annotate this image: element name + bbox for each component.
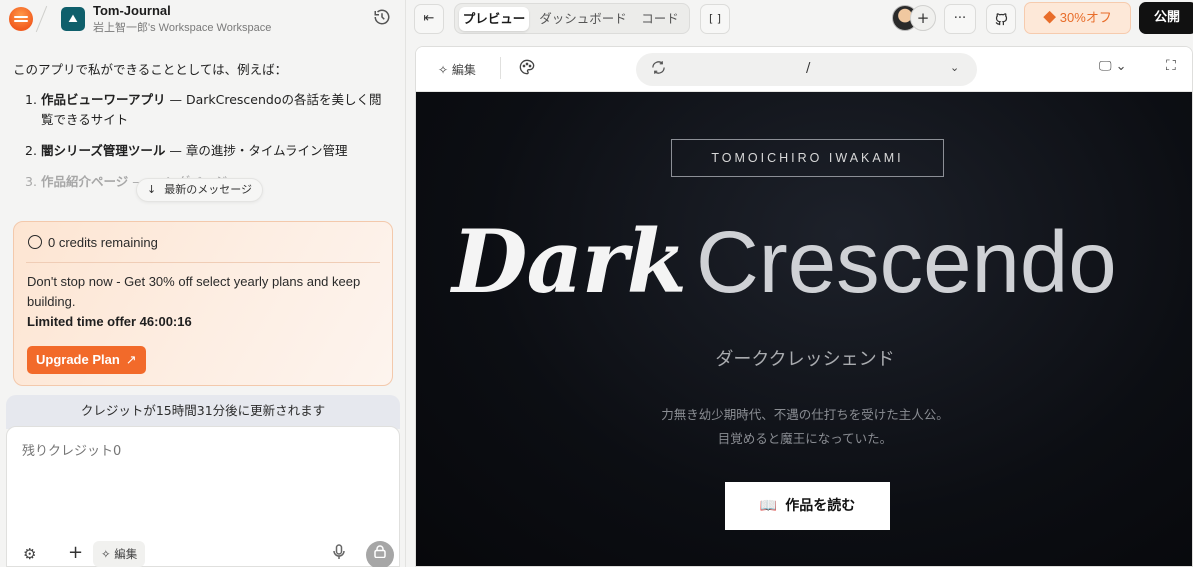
divider: [35, 5, 48, 33]
github-icon[interactable]: [986, 4, 1016, 34]
add-icon[interactable]: +: [68, 542, 83, 563]
author-badge: TOMOICHIRO IWAKAMI: [671, 139, 944, 177]
list-number: 1.: [25, 92, 37, 107]
read-work-button[interactable]: 📖 作品を読む: [725, 482, 890, 530]
lock-send-button[interactable]: [366, 541, 394, 567]
upgrade-plan-button[interactable]: Upgrade Plan ↗: [27, 346, 146, 374]
collapse-sidebar-icon[interactable]: ⇤: [414, 4, 444, 34]
credit-refresh-notice: クレジットが15時間31分後に更新されます: [6, 395, 400, 429]
list-desc: — 章の進捗・タイムライン管理: [165, 143, 348, 158]
main-topbar: ⇤ プレビュー ダッシュボード コード [ ] + ··· ◆ 30%オフ 公開: [406, 0, 1193, 38]
site-hero: TOMOICHIRO IWAKAMI Dark Crescendo ダーククレッシ…: [416, 92, 1192, 566]
credits-card: 0 credits remaining Don't stop now - Get…: [13, 221, 393, 386]
settings-icon[interactable]: ⚙: [23, 545, 36, 563]
project-title[interactable]: Tom-Journal: [93, 3, 171, 18]
divider: [26, 262, 380, 263]
composer: ⚙ + ✧ 編集: [6, 426, 400, 567]
device-toggle-icon[interactable]: 🖵 ⌄: [1099, 59, 1127, 74]
divider: [500, 57, 501, 79]
arrow-down-icon: ↓: [147, 183, 157, 196]
publish-button[interactable]: 公開: [1139, 2, 1193, 34]
preview-edit-button[interactable]: ✧ 編集: [438, 61, 476, 78]
left-panel: ⛰ Tom-Journal 岩上智一郎's Workspace Workspac…: [0, 0, 406, 567]
fullscreen-icon[interactable]: ⛶: [1166, 58, 1176, 74]
chat-input[interactable]: [22, 444, 322, 459]
invite-icon[interactable]: +: [910, 5, 936, 31]
credits-icon: [28, 235, 42, 249]
hero-title-dark: Dark: [452, 210, 687, 313]
list-title: 作品紹介ページ: [41, 174, 129, 189]
hero-title: Dark Crescendo: [452, 212, 1172, 313]
tab-dashboard[interactable]: ダッシュボード: [535, 7, 631, 31]
tab-code[interactable]: コード: [635, 7, 685, 31]
hero-desc-line: 目覚めると魔王になっていた。: [717, 431, 893, 446]
credits-remaining: 0 credits remaining: [48, 235, 158, 250]
chat-list: 1. 作品ビューワーアプリ — DarkCrescendoの各話を美しく閲覧でき…: [13, 90, 393, 192]
credits-header: 0 credits remaining: [28, 235, 158, 250]
latest-message-label: 最新のメッセージ: [164, 183, 252, 196]
chevron-down-icon[interactable]: ⌄: [950, 61, 959, 74]
edit-mode-button[interactable]: ✧ 編集: [93, 541, 146, 567]
left-topbar: ⛰ Tom-Journal 岩上智一郎's Workspace Workspac…: [0, 0, 406, 38]
discount-button[interactable]: ◆ 30%オフ: [1024, 2, 1131, 34]
upgrade-label: Upgrade Plan: [36, 352, 120, 367]
list-title: 闇シリーズ管理ツール: [41, 143, 166, 158]
chat-intro: このアプリで私ができることとしては、例えば：: [13, 62, 288, 77]
hero-desc-line: 力無き幼少期時代、不遇の仕打ちを受けた主人公。: [661, 407, 949, 422]
book-icon: 📖: [759, 498, 778, 514]
preview-toolbar: ✧ 編集 / ⌄ 🖵 ⌄ ⛶: [416, 47, 1192, 92]
tab-preview[interactable]: プレビュー: [459, 7, 529, 31]
brand-logo[interactable]: [9, 7, 33, 31]
list-number: 3.: [25, 174, 37, 189]
cursor-sparkle-icon: ✧: [101, 547, 115, 561]
edit-label: 編集: [114, 547, 138, 561]
microphone-icon[interactable]: [333, 544, 345, 564]
hero-subtitle: ダーククレッシェンド: [715, 349, 895, 370]
list-item: 1. 作品ビューワーアプリ — DarkCrescendoの各話を美しく閲覧でき…: [25, 90, 393, 130]
gem-icon: ◆: [1043, 10, 1060, 25]
latest-message-button[interactable]: ↓ 最新のメッセージ: [136, 178, 263, 202]
view-tabs: プレビュー ダッシュボード コード: [454, 3, 690, 34]
external-link-icon: ↗: [125, 352, 137, 367]
hero-description: 力無き幼少期時代、不遇の仕打ちを受けた主人公。 目覚めると魔王になっていた。: [416, 403, 1192, 451]
more-icon[interactable]: ···: [944, 4, 976, 34]
workspace-name: 岩上智一郎's Workspace Workspace: [93, 22, 272, 34]
list-item: 2. 闇シリーズ管理ツール — 章の進捗・タイムライン管理: [25, 141, 393, 161]
preview-frame: ✧ 編集 / ⌄ 🖵 ⌄ ⛶ TOMOICHIRO IWAKAMI Dark Cr…: [415, 46, 1193, 567]
offer-timer: Limited time offer 46:00:16: [27, 314, 192, 329]
preview-edit-label: 編集: [451, 63, 476, 77]
hero-title-crescendo: Crescendo: [695, 214, 1117, 311]
cursor-sparkle-icon: ✧: [438, 63, 452, 77]
project-icon[interactable]: ⛰: [61, 7, 85, 31]
read-work-label: 作品を読む: [785, 498, 856, 514]
list-number: 2.: [25, 143, 37, 158]
list-title: 作品ビューワーアプリ: [41, 92, 166, 107]
discount-label: 30%オフ: [1059, 10, 1112, 25]
palette-icon[interactable]: [519, 59, 535, 79]
history-icon[interactable]: [373, 8, 395, 30]
credits-message: Don't stop now - Get 30% off select year…: [27, 274, 361, 309]
refresh-icon[interactable]: [651, 60, 666, 79]
url-bar[interactable]: / ⌄: [636, 53, 977, 86]
code-brackets-icon[interactable]: [ ]: [700, 4, 730, 34]
url-path: /: [806, 61, 811, 76]
